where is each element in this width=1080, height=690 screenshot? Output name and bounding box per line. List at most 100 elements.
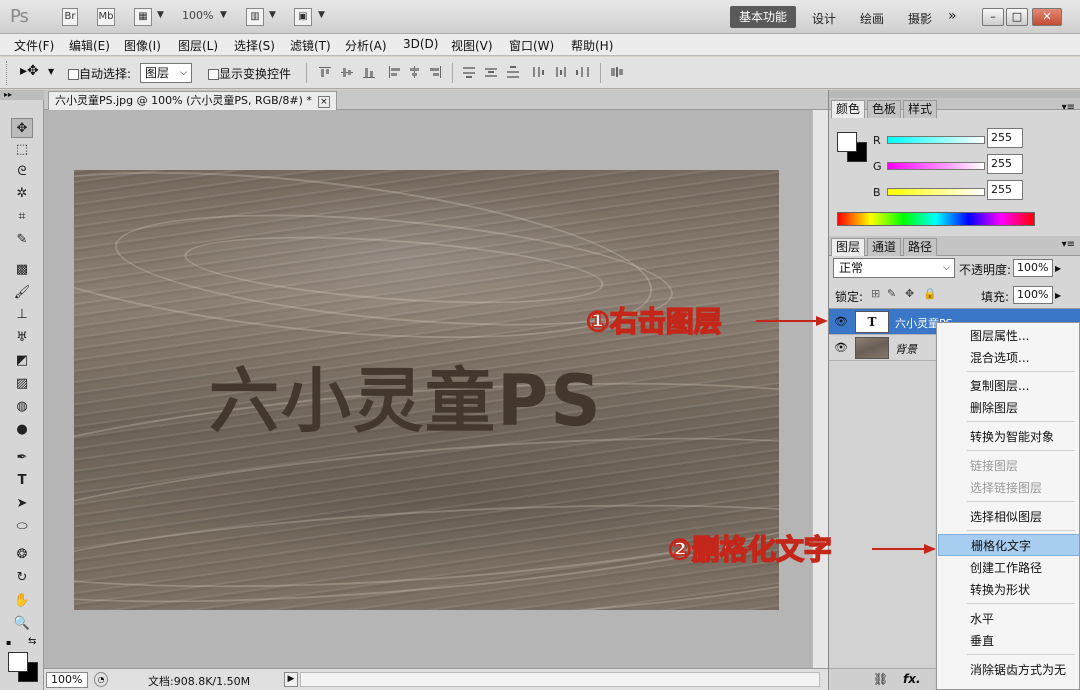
crop-tool-icon[interactable]: ⌗: [11, 207, 33, 227]
restore-button[interactable]: □: [1006, 8, 1028, 26]
menu-3d[interactable]: 3D(D): [403, 37, 438, 51]
3d-orbit-tool-icon[interactable]: ↻: [11, 568, 33, 588]
horizontal-scrollbar[interactable]: [300, 672, 820, 687]
auto-select-checkbox-group[interactable]: 自动选择:: [68, 65, 131, 82]
menu-window[interactable]: 窗口(W): [509, 37, 554, 54]
distribute-right-icon[interactable]: [576, 66, 590, 78]
g-slider[interactable]: [887, 162, 985, 170]
blur-tool-icon[interactable]: ◍: [11, 397, 33, 417]
align-top-icon[interactable]: [318, 66, 332, 78]
lasso-tool-icon[interactable]: ᘓ: [11, 162, 33, 182]
screen-mode-icon[interactable]: ▣: [294, 8, 312, 26]
align-right-icon[interactable]: [428, 66, 442, 78]
close-window-button[interactable]: ✕: [1032, 8, 1062, 26]
swap-colors-icon[interactable]: ⇆: [28, 636, 36, 647]
workspace-painting-button[interactable]: 绘画: [860, 10, 884, 27]
hand-tool-icon[interactable]: ✋: [11, 591, 33, 611]
panel-menu-icon[interactable]: ▾≡: [1062, 102, 1075, 113]
clone-stamp-tool-icon[interactable]: ⊥: [11, 305, 33, 325]
lock-all-icon[interactable]: 🔒: [923, 287, 937, 300]
distribute-top-icon[interactable]: [462, 66, 476, 78]
more-workspaces-icon[interactable]: »: [948, 8, 957, 24]
menu-item-create-work-path[interactable]: 创建工作路径: [938, 557, 1079, 579]
menu-edit[interactable]: 编辑(E): [69, 37, 110, 54]
menu-analysis[interactable]: 分析(A): [345, 37, 387, 54]
color-spectrum-bar[interactable]: [837, 212, 1035, 226]
menu-item-antialias-none[interactable]: 消除锯齿方式为无: [938, 659, 1079, 681]
r-slider[interactable]: [887, 136, 985, 144]
menu-view[interactable]: 视图(V): [451, 37, 493, 54]
distribute-bottom-icon[interactable]: [506, 66, 520, 78]
workspace-design-button[interactable]: 设计: [812, 10, 836, 27]
align-hcenter-icon[interactable]: [408, 66, 422, 78]
arrange-documents-icon[interactable]: ▥: [246, 8, 264, 26]
chevron-down-icon[interactable]: ▼: [318, 10, 325, 20]
chevron-right-icon[interactable]: ▶: [1055, 264, 1061, 273]
eraser-tool-icon[interactable]: ◩: [11, 351, 33, 371]
pen-tool-icon[interactable]: ✒: [11, 448, 33, 468]
panel-foreground-swatch[interactable]: [837, 132, 857, 152]
path-select-tool-icon[interactable]: ➤: [11, 494, 33, 514]
panel-collapse-icon[interactable]: ▸▸: [0, 90, 44, 100]
gradient-tool-icon[interactable]: ▨: [11, 374, 33, 394]
tab-layers[interactable]: 图层: [831, 238, 866, 256]
b-slider[interactable]: [887, 188, 985, 196]
foreground-color-swatch[interactable]: [8, 652, 28, 672]
dodge-tool-icon[interactable]: ●: [11, 420, 33, 440]
quick-select-tool-icon[interactable]: ✲: [11, 184, 33, 204]
align-bottom-icon[interactable]: [362, 66, 376, 78]
vertical-scrollbar[interactable]: [812, 110, 828, 668]
menu-layer[interactable]: 图层(L): [178, 37, 218, 54]
tab-swatches[interactable]: 色板: [867, 100, 902, 118]
menu-item-rasterize-type[interactable]: 栅格化文字: [938, 534, 1079, 556]
menu-item-delete-layer[interactable]: 删除图层: [938, 397, 1079, 419]
link-icon[interactable]: ⛓: [873, 672, 888, 686]
panel-collapse-bar[interactable]: [829, 90, 1080, 98]
workspace-photography-button[interactable]: 摄影: [908, 10, 932, 27]
menu-item-vertical[interactable]: 垂直: [938, 630, 1079, 652]
default-colors-icon[interactable]: ▪: [6, 638, 11, 647]
menu-item-horizontal[interactable]: 水平: [938, 608, 1079, 630]
marquee-tool-icon[interactable]: ⬚: [11, 140, 33, 160]
distribute-left-icon[interactable]: [532, 66, 546, 78]
align-left-icon[interactable]: [388, 66, 402, 78]
show-transform-checkbox[interactable]: [208, 69, 219, 80]
tab-color[interactable]: 颜色: [831, 100, 866, 118]
brush-tool-icon[interactable]: 🖌: [11, 283, 33, 303]
fill-field[interactable]: 100%: [1013, 286, 1053, 304]
menu-item-blending-options[interactable]: 混合选项...: [938, 347, 1079, 369]
eye-icon[interactable]: 👁: [833, 314, 849, 330]
g-value-field[interactable]: 255: [987, 154, 1023, 174]
status-menu-arrow-icon[interactable]: ▶: [284, 672, 298, 687]
opacity-field[interactable]: 100%: [1013, 259, 1053, 277]
b-value-field[interactable]: 255: [987, 180, 1023, 200]
status-zoom-field[interactable]: 100%: [46, 672, 88, 688]
chevron-down-icon[interactable]: ▼: [220, 10, 227, 20]
menu-item-convert-smart-object[interactable]: 转换为智能对象: [938, 426, 1079, 448]
menu-help[interactable]: 帮助(H): [571, 37, 613, 54]
menu-filter[interactable]: 滤镜(T): [290, 37, 331, 54]
lock-position-icon[interactable]: ✥: [905, 287, 914, 300]
distribute-hcenter-icon[interactable]: [554, 66, 568, 78]
canvas-area[interactable]: 六小灵童PS: [44, 110, 812, 668]
chevron-down-icon[interactable]: ▼: [269, 10, 276, 20]
menu-file[interactable]: 文件(F): [14, 37, 54, 54]
lock-pixels-icon[interactable]: ✎: [887, 287, 896, 300]
zoom-level-field[interactable]: 100%: [182, 9, 213, 22]
r-value-field[interactable]: 255: [987, 128, 1023, 148]
workspace-essentials-button[interactable]: 基本功能: [730, 6, 796, 28]
status-info-icon[interactable]: ◔: [94, 672, 108, 687]
move-tool-icon[interactable]: ▸✥: [20, 63, 39, 79]
menu-item-select-similar-layers[interactable]: 选择相似图层: [938, 506, 1079, 528]
eyedropper-tool-icon[interactable]: ✎: [11, 230, 33, 250]
tab-channels[interactable]: 通道: [867, 238, 902, 256]
eye-icon[interactable]: 👁: [833, 340, 849, 356]
auto-select-dropdown[interactable]: 图层 ⌵: [140, 63, 192, 83]
auto-select-checkbox[interactable]: [68, 69, 79, 80]
align-vcenter-icon[interactable]: [340, 66, 354, 78]
menu-image[interactable]: 图像(I): [124, 37, 161, 54]
lock-transparent-icon[interactable]: ⊞: [871, 287, 880, 300]
type-tool-icon[interactable]: T: [11, 471, 33, 491]
menu-item-duplicate-layer[interactable]: 复制图层...: [938, 375, 1079, 397]
move-tool-icon[interactable]: ✥: [11, 118, 33, 138]
